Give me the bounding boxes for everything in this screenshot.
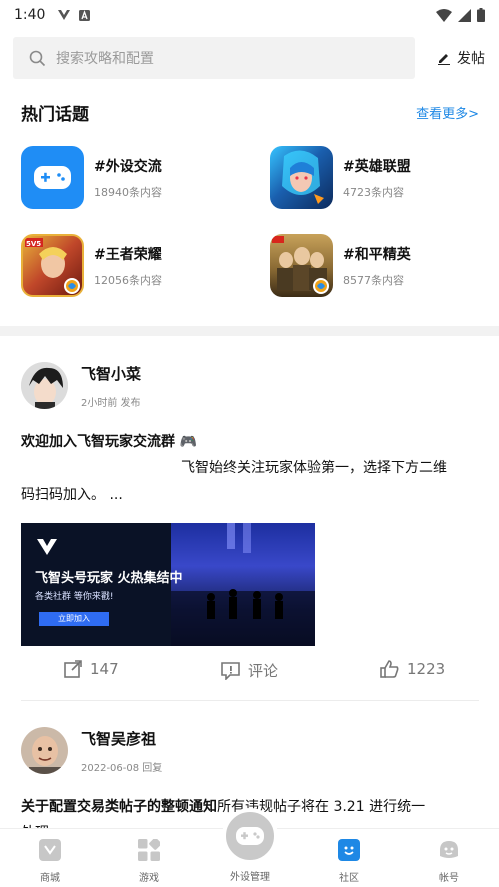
peripheral-management-button[interactable] [222, 808, 278, 864]
thumbs-up-icon [380, 660, 399, 678]
new-post-button[interactable]: 发帖 [437, 48, 487, 68]
section-divider [0, 326, 499, 336]
topic-name: #和平精英 [343, 246, 411, 263]
store-icon [39, 839, 61, 861]
share-button[interactable]: 147 [64, 660, 119, 678]
author-name[interactable]: 飞智吴彦祖 [81, 728, 162, 749]
topic-item-league-of-legends[interactable]: #英雄联盟 4723条内容 [270, 146, 411, 209]
nav-item-account[interactable]: 帐号 [414, 839, 484, 884]
post-body: 飞智始终关注玩家体验第一，选择下方二维 码扫码加入。 ... [21, 455, 479, 509]
peace-elite-icon [270, 234, 333, 297]
post-meta: 2小时前 发布 [81, 397, 141, 409]
feizhi-logo-icon [37, 539, 57, 555]
like-button[interactable]: 1223 [380, 660, 445, 678]
status-time: 1:40 [14, 7, 46, 23]
topic-name: #英雄联盟 [343, 158, 411, 175]
avatar[interactable] [21, 362, 68, 409]
topic-name: #王者荣耀 [94, 246, 162, 263]
post-body-line: 码扫码加入。 ... [21, 487, 123, 503]
topic-count: 8577条内容 [343, 273, 404, 287]
post-body-line: 飞智始终关注玩家体验第一，选择下方二维 [181, 460, 447, 476]
community-icon [338, 839, 360, 861]
like-count: 1223 [407, 660, 446, 678]
community-screen: 1:40 搜索攻略和配置 发帖 热门话题 查看更多> #外设交流 18940条内… [0, 0, 499, 887]
signal-icon [458, 8, 471, 22]
topic-item-peace-elite[interactable]: #和平精英 8577条内容 [270, 234, 411, 297]
hot-topics-title: 热门话题 [21, 105, 89, 125]
search-placeholder: 搜索攻略和配置 [56, 51, 154, 67]
nav-label: 游戏 [139, 873, 159, 884]
share-icon [64, 660, 82, 678]
gamepad-icon [21, 146, 84, 209]
battery-icon [477, 8, 485, 22]
topic-count: 12056条内容 [94, 273, 162, 287]
banner-headline: 飞智头号玩家 火热集结中 [35, 571, 183, 586]
topic-item-honor-of-kings[interactable]: 5V5 #王者荣耀 12056条内容 [21, 234, 162, 297]
comment-label: 评论 [248, 662, 279, 680]
nav-label: 社区 [339, 873, 359, 884]
nav-label: 帐号 [439, 873, 459, 884]
search-row: 搜索攻略和配置 发帖 [13, 37, 487, 79]
feizhi-notification-icon [58, 10, 71, 20]
post-meta: 2022-06-08 回复 [81, 762, 163, 774]
wifi-icon [436, 8, 452, 22]
search-input[interactable]: 搜索攻略和配置 [13, 37, 415, 79]
games-grid-icon [138, 837, 162, 861]
topic-count: 18940条内容 [94, 185, 162, 199]
avatar[interactable] [21, 727, 68, 774]
banner-subtitle: 各类社群 等你来戳! [35, 592, 114, 602]
topic-count: 4723条内容 [343, 185, 404, 199]
new-post-label: 发帖 [457, 51, 485, 67]
post-banner-image[interactable]: 飞智头号玩家 火热集结中 各类社群 等你来戳! 立即加入 [21, 523, 315, 646]
comment-button[interactable]: 评论 [221, 660, 278, 681]
honor-of-kings-icon: 5V5 [21, 234, 84, 297]
nav-item-games[interactable]: 游戏 [114, 837, 184, 884]
search-icon [29, 50, 46, 66]
post-title: 欢迎加入飞智玩家交流群 🎮 [21, 434, 198, 450]
pencil-icon [438, 54, 450, 65]
league-of-legends-icon [270, 146, 333, 209]
nav-item-community[interactable]: 社区 [314, 839, 384, 884]
a-notification-icon [79, 9, 91, 21]
svg-text:5V5: 5V5 [26, 240, 41, 248]
nav-item-store[interactable]: 商城 [15, 839, 85, 884]
author-name[interactable]: 飞智小菜 [81, 363, 141, 384]
topic-name: #外设交流 [94, 158, 162, 175]
post-divider [21, 700, 479, 701]
nav-label-peripheral-management: 外设管理 [230, 872, 270, 883]
status-bar: 1:40 [0, 0, 499, 30]
post-title-main: 关于配置交易类帖子的整顿通知 [21, 799, 217, 815]
share-count: 147 [90, 660, 119, 678]
nav-label: 商城 [40, 873, 60, 884]
comment-icon [221, 661, 240, 680]
post-card[interactable]: 飞智小菜 2小时前 发布 欢迎加入飞智玩家交流群 🎮 飞智始终关注玩家体验第一，… [21, 362, 479, 646]
topic-item-peripherals[interactable]: #外设交流 18940条内容 [21, 146, 162, 209]
account-icon [438, 839, 460, 861]
post-actions: 147 评论 1223 [0, 660, 499, 686]
see-more-link[interactable]: 查看更多> [416, 103, 479, 122]
join-now-button[interactable]: 立即加入 [39, 612, 109, 626]
hot-topics-header: 热门话题 查看更多> [21, 100, 479, 125]
gamepad-icon [236, 827, 264, 845]
